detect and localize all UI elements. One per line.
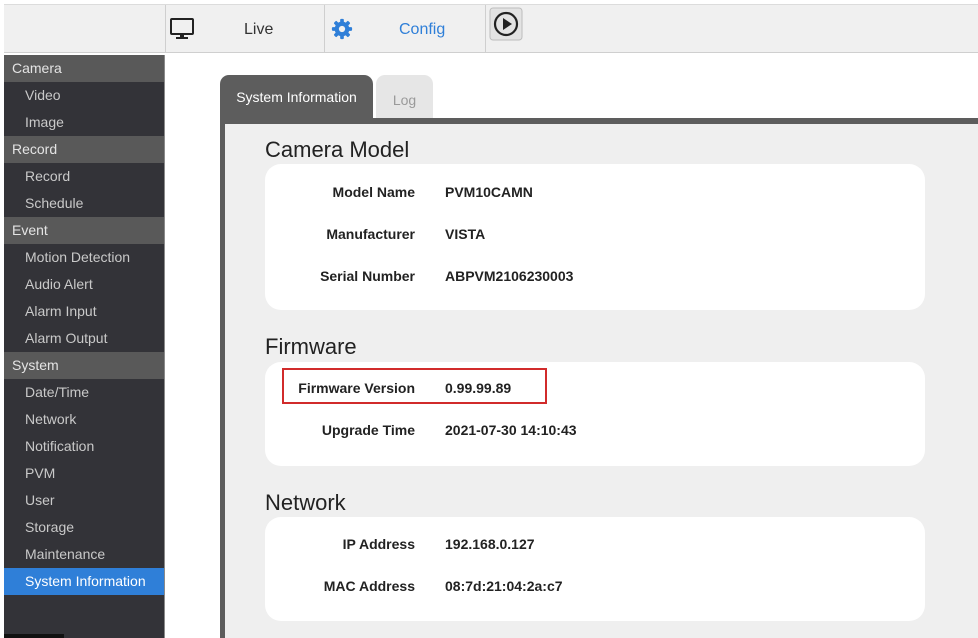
info-row-ip-address: IP Address 192.168.0.127	[265, 536, 925, 556]
sidebar-item-network[interactable]: Network	[4, 406, 164, 433]
sidebar-category-event: Event	[4, 217, 164, 244]
info-row-upgrade-time: Upgrade Time 2021-07-30 14:10:43	[265, 422, 925, 442]
live-label: Live	[244, 21, 274, 38]
info-row-serial-number: Serial Number ABPVM2106230003	[265, 268, 925, 288]
gear-icon	[331, 18, 353, 40]
info-value: VISTA	[445, 226, 486, 242]
tab-system-information[interactable]: System Information	[220, 75, 373, 119]
sidebar-item-storage[interactable]: Storage	[4, 514, 164, 541]
top-navigation-bar: Live Config	[4, 4, 978, 53]
playback-icon	[489, 7, 523, 41]
sidebar-item-system-information[interactable]: System Information	[4, 568, 164, 595]
info-value: PVM10CAMN	[445, 184, 533, 200]
info-value: 08:7d:21:04:2a:c7	[445, 578, 563, 594]
info-label: Manufacturer	[326, 226, 415, 242]
info-label: MAC Address	[323, 578, 415, 594]
monitor-icon	[170, 18, 194, 39]
info-row-manufacturer: Manufacturer VISTA	[265, 226, 925, 246]
sidebar-item-video[interactable]: Video	[4, 82, 164, 109]
sidebar-item-date-time[interactable]: Date/Time	[4, 379, 164, 406]
sidebar-item-notification[interactable]: Notification	[4, 433, 164, 460]
section-title-network: Network	[265, 490, 346, 515]
sidebar-item-record[interactable]: Record	[4, 163, 164, 190]
camera-model-card: Model Name PVM10CAMN Manufacturer VISTA …	[265, 164, 925, 310]
network-card: IP Address 192.168.0.127 MAC Address 08:…	[265, 517, 925, 621]
info-value: 192.168.0.127	[445, 536, 535, 552]
firmware-version-highlight-box	[282, 368, 547, 404]
info-value: 2021-07-30 14:10:43	[445, 422, 577, 438]
info-row-mac-address: MAC Address 08:7d:21:04:2a:c7	[265, 578, 925, 598]
sidebar-item-audio-alert[interactable]: Audio Alert	[4, 271, 164, 298]
sidebar-item-alarm-output[interactable]: Alarm Output	[4, 325, 164, 352]
section-title-firmware: Firmware	[265, 334, 357, 359]
sidebar-item-motion-detection[interactable]: Motion Detection	[4, 244, 164, 271]
info-label: Upgrade Time	[321, 422, 415, 438]
info-row-model-name: Model Name PVM10CAMN	[265, 184, 925, 204]
live-nav-button[interactable]: Live	[170, 5, 320, 53]
sidebar-item-pvm[interactable]: PVM	[4, 460, 164, 487]
tab-log[interactable]: Log	[376, 75, 433, 119]
sidebar-category-camera: Camera	[4, 55, 164, 82]
tab-system-information-label: System Information	[236, 89, 357, 105]
corner-mark	[4, 634, 64, 638]
config-label: Config	[399, 21, 446, 38]
topbar-divider	[485, 5, 486, 53]
topbar-divider	[165, 5, 166, 53]
playback-nav-button[interactable]	[488, 5, 524, 53]
topbar-divider	[324, 5, 325, 53]
sidebar-item-maintenance[interactable]: Maintenance	[4, 541, 164, 568]
section-title-camera-model: Camera Model	[265, 137, 410, 162]
sidebar: Camera Video Image Record Record Schedul…	[4, 55, 165, 638]
config-nav-button[interactable]: Config	[330, 5, 480, 53]
info-value: ABPVM2106230003	[445, 268, 574, 284]
sidebar-category-system: System	[4, 352, 164, 379]
sidebar-item-image[interactable]: Image	[4, 109, 164, 136]
tab-log-label: Log	[392, 92, 417, 108]
sidebar-category-record: Record	[4, 136, 164, 163]
info-label: Serial Number	[320, 268, 415, 284]
info-label: Model Name	[332, 184, 415, 200]
sidebar-item-schedule[interactable]: Schedule	[4, 190, 164, 217]
sidebar-item-alarm-input[interactable]: Alarm Input	[4, 298, 164, 325]
sidebar-item-user[interactable]: User	[4, 487, 164, 514]
info-label: IP Address	[342, 536, 415, 552]
